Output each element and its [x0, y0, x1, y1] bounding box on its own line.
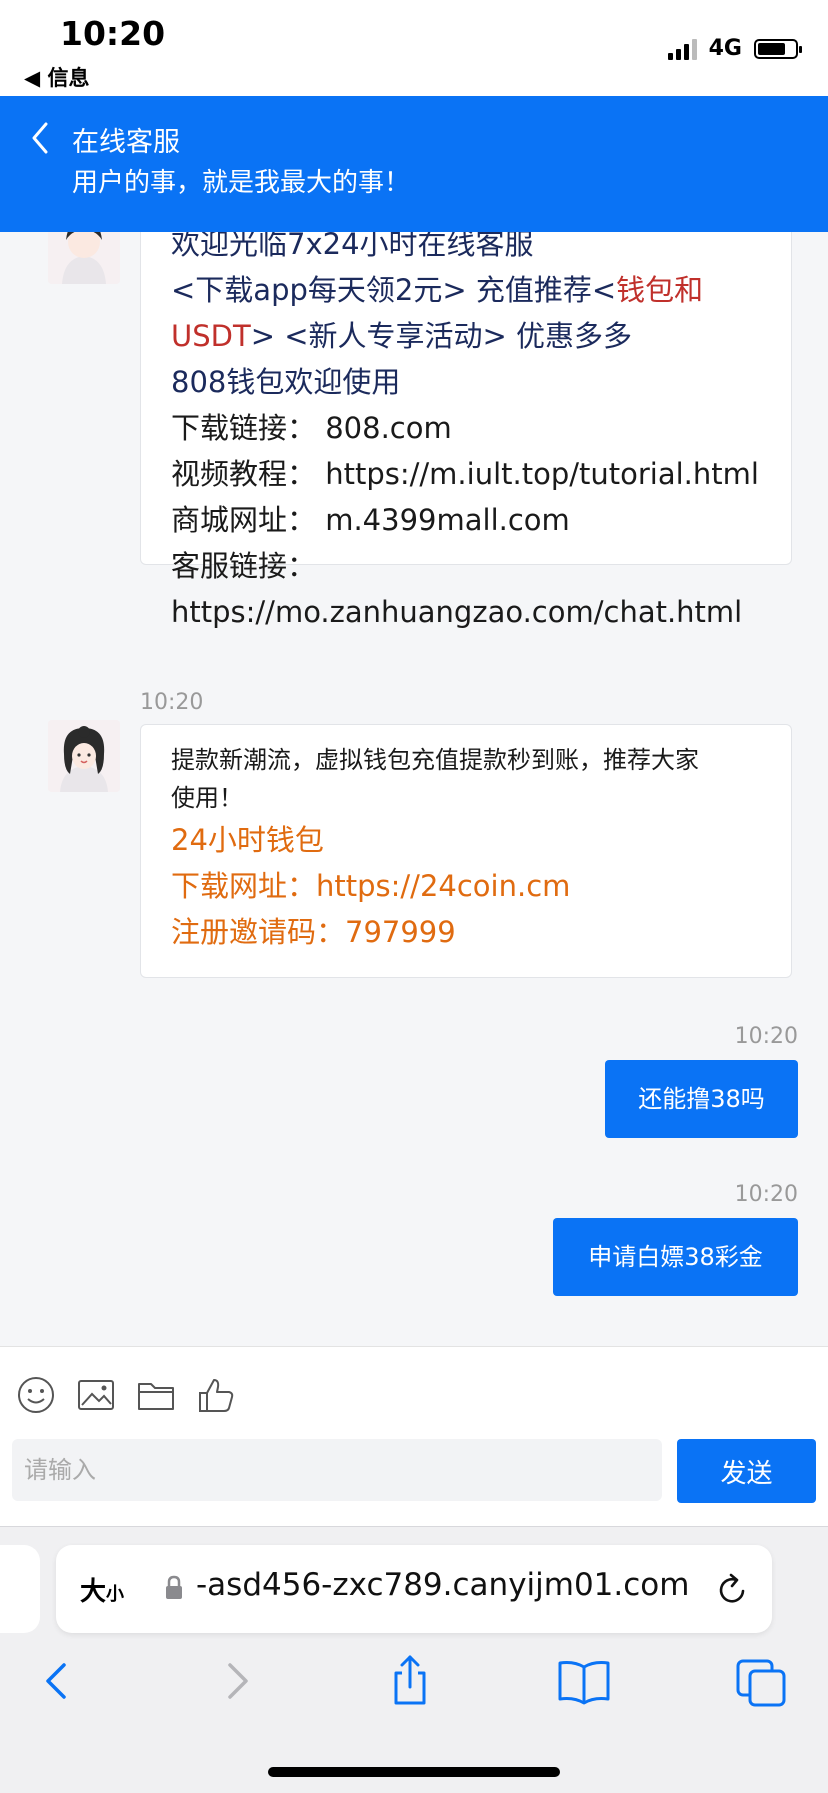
status-time: 10:20 — [60, 14, 166, 53]
text-size-small-glyph: 小 — [106, 1584, 125, 1605]
message-text: 24小时钱包 — [171, 823, 324, 857]
message-text-segment: 欢迎光临7x24小时在线客服 — [171, 232, 534, 261]
message-line: 808钱包欢迎使用 — [171, 359, 761, 405]
page-subtitle: 用户的事，就是我最大的事！ — [72, 168, 411, 198]
text-size-button[interactable]: 大小 — [80, 1571, 124, 1608]
message-text-segment: 808钱包欢迎使用 — [171, 365, 401, 399]
message-text: 提款新潮流，虚拟钱包充值提款秒到账，推荐大家 — [171, 746, 699, 774]
browser-forward-icon[interactable] — [206, 1651, 266, 1711]
message-text: 使用！ — [171, 784, 243, 812]
message-text-segment: 商城网址： m.4399mall.com — [171, 503, 570, 537]
outgoing-message-bubble: 申请白嫖38彩金 — [553, 1218, 798, 1296]
message-text-segment: 钱包和 — [616, 273, 704, 307]
status-indicators: 4G — [667, 36, 802, 61]
incoming-message-bubble: 欢迎光临7x24小时在线客服 <下载app每天领2元> 充值推荐<钱包和 USDT>… — [140, 232, 792, 629]
message-line: <下载app每天领2元> 充值推荐<钱包和 — [171, 267, 761, 313]
message-text-segment: https://mo.zanhuangzao.com/chat.html — [171, 595, 743, 629]
back-arrow-icon[interactable] — [26, 118, 56, 158]
bookmarks-icon[interactable] — [554, 1651, 614, 1711]
signal-icon — [667, 38, 697, 60]
battery-icon — [754, 38, 802, 59]
send-button[interactable]: 发送 — [677, 1439, 816, 1503]
message-timestamp: 10:20 — [734, 1024, 798, 1049]
share-icon[interactable] — [380, 1651, 440, 1711]
previous-tab-preview[interactable] — [0, 1545, 40, 1633]
image-icon[interactable] — [76, 1375, 116, 1415]
incoming-message-bubble: 提款新潮流，虚拟钱包充值提款秒到账，推荐大家 使用！ 24小时钱包 下载网址：h… — [140, 724, 792, 978]
message-input[interactable] — [12, 1439, 662, 1501]
back-to-app-link[interactable]: ◀ 信息 — [24, 62, 89, 92]
status-bar: 10:20 ◀ 信息 4G — [0, 0, 828, 96]
home-indicator — [268, 1767, 560, 1777]
message-text-segment: > <新人专享活动> 优惠多多 — [250, 319, 633, 353]
message-text-segment: 客服链接： — [171, 549, 317, 583]
browser-back-icon[interactable] — [28, 1651, 88, 1711]
agent-avatar — [48, 720, 120, 792]
network-type: 4G — [708, 36, 742, 61]
message-line: USDT> <新人专享活动> 优惠多多 — [171, 313, 761, 359]
message-timestamp: 10:20 — [140, 690, 204, 715]
outgoing-message-bubble: 还能撸38吗 — [605, 1060, 798, 1138]
message-line: 下载链接： 808.com — [171, 405, 761, 451]
message-text: 注册邀请码：797999 — [171, 915, 456, 949]
lock-icon — [166, 1575, 182, 1599]
message-line: 商城网址： m.4399mall.com — [171, 497, 761, 543]
message-line: 欢迎光临7x24小时在线客服 — [171, 232, 761, 267]
tabs-icon[interactable] — [732, 1651, 792, 1711]
folder-icon[interactable] — [136, 1375, 176, 1415]
page-title: 在线客服 — [72, 127, 180, 158]
browser-toolbar: 大小 -asd456-zxc789.canyijm01.com — [0, 1526, 828, 1793]
message-link[interactable]: 下载网址：https://24coin.cm — [171, 863, 761, 909]
message-line: https://mo.zanhuangzao.com/chat.html — [171, 589, 761, 635]
message-text-segment: 下载链接： 808.com — [171, 411, 452, 445]
text-size-large-glyph: 大 — [80, 1577, 107, 1607]
message-text-segment: 视频教程： https://m.iult.top/tutorial.html — [171, 457, 759, 491]
message-timestamp: 10:20 — [734, 1182, 798, 1207]
emoji-icon[interactable] — [16, 1375, 56, 1415]
agent-avatar — [48, 232, 120, 284]
reload-icon[interactable] — [714, 1569, 750, 1609]
chat-header: 在线客服 用户的事，就是我最大的事！ — [0, 96, 828, 232]
message-line: 客服链接： — [171, 543, 761, 589]
address-bar[interactable]: 大小 -asd456-zxc789.canyijm01.com — [56, 1545, 772, 1633]
url-text[interactable]: -asd456-zxc789.canyijm01.com — [196, 1567, 706, 1603]
message-composer: 发送 — [0, 1346, 828, 1527]
thumbs-up-icon[interactable] — [196, 1375, 236, 1415]
chat-message-list[interactable]: 欢迎光临7x24小时在线客服 <下载app每天领2元> 充值推荐<钱包和 USDT>… — [0, 232, 828, 1346]
message-line: 视频教程： https://m.iult.top/tutorial.html — [171, 451, 761, 497]
message-text-segment: <下载app每天领2元> 充值推荐< — [171, 273, 617, 307]
message-text-segment: USDT — [171, 319, 251, 353]
